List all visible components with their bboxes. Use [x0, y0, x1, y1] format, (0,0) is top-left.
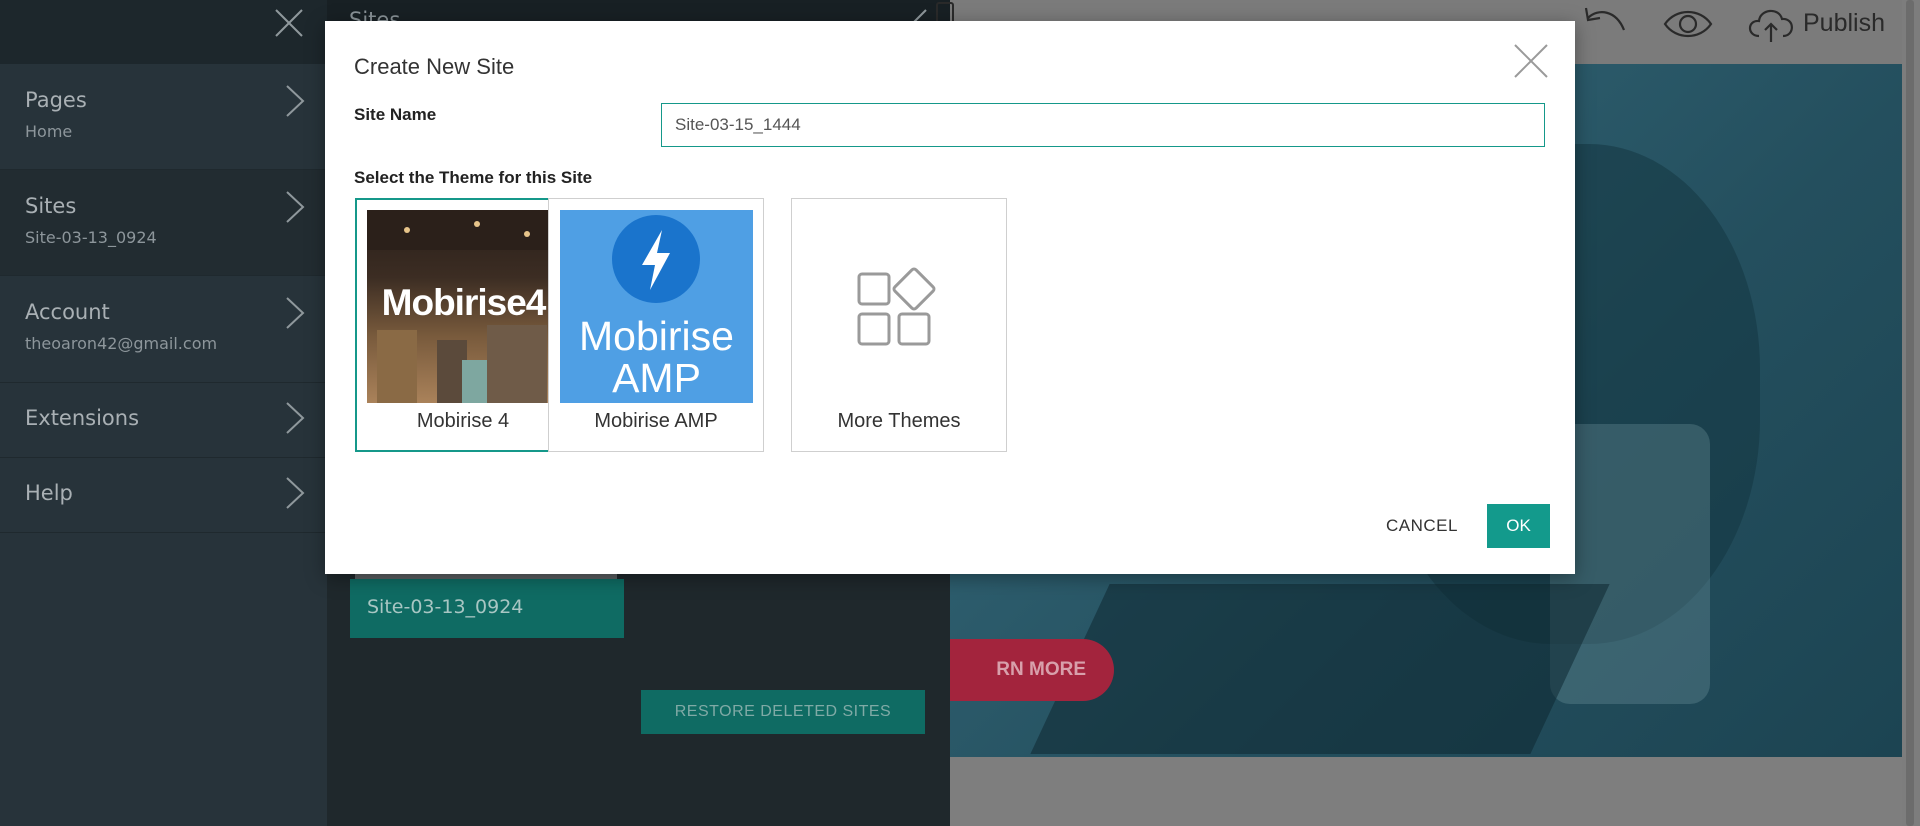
sidebar-item-sites[interactable]: Sites Site-03-13_0924 [0, 170, 327, 276]
close-icon[interactable] [1513, 43, 1549, 79]
theme-thumbnail-text-line2: AMP [612, 355, 701, 401]
sidebar-item-title: Account [25, 300, 110, 324]
restore-deleted-sites-button[interactable]: RESTORE DELETED SITES [641, 690, 925, 734]
dialog-title: Create New Site [354, 54, 515, 79]
create-site-dialog: Create New Site Site Name Select the The… [325, 21, 1575, 574]
theme-card-mobirise-amp[interactable]: Mobirise AMP Mobirise AMP [548, 198, 764, 452]
cloud-upload-icon[interactable] [1745, 4, 1797, 44]
site-card-name: Site-03-13_0924 [367, 596, 524, 618]
sidebar-item-title: Help [25, 481, 73, 505]
chevron-right-icon [286, 402, 305, 434]
undo-icon[interactable] [1580, 4, 1630, 44]
eye-icon[interactable] [1662, 4, 1714, 44]
scrollbar-thumb[interactable] [1906, 0, 1914, 826]
sidebar-item-subtitle: Home [25, 122, 73, 141]
theme-thumbnail: Mobirise AMP [560, 210, 753, 403]
theme-card-more-themes[interactable]: More Themes [791, 198, 1007, 452]
site-name-label: Site Name [354, 105, 437, 124]
sidebar-item-subtitle: Site-03-13_0924 [25, 228, 157, 247]
publish-button[interactable]: Publish [1803, 9, 1885, 38]
chevron-right-icon [286, 85, 305, 117]
sidebar-item-extensions[interactable]: Extensions [0, 383, 327, 458]
theme-name: Mobirise 4 [416, 410, 510, 432]
theme-thumbnail: Mobirise4 [367, 210, 560, 403]
sidebar-item-account[interactable]: Account theoaron42@gmail.com [0, 276, 327, 383]
sidebar-header [0, 0, 327, 64]
chevron-right-icon [286, 297, 305, 329]
theme-name: More Themes [837, 410, 961, 432]
chevron-right-icon [286, 191, 305, 223]
lightning-icon [612, 215, 700, 303]
chevron-right-icon [286, 477, 305, 509]
sidebar-item-title: Sites [25, 194, 77, 218]
sidebar-item-help[interactable]: Help [0, 458, 327, 533]
theme-thumbnail [803, 210, 996, 403]
sidebar-item-subtitle: theoaron42@gmail.com [25, 334, 218, 353]
theme-name: Mobirise AMP [594, 410, 718, 432]
sidebar-item-title: Extensions [25, 406, 140, 430]
sidebar-item-title: Pages [25, 88, 87, 112]
theme-card-mobirise4[interactable]: Mobirise4 Mobirise 4 [355, 198, 571, 452]
cancel-button[interactable]: CANCEL [1377, 504, 1467, 548]
theme-select-label: Select the Theme for this Site [354, 168, 593, 187]
theme-thumbnail-text-line1: Mobirise [579, 313, 734, 359]
learn-more-button[interactable]: RN MORE [950, 639, 1114, 701]
ok-button[interactable]: OK [1487, 504, 1550, 548]
theme-thumbnail-text: Mobirise4 [381, 282, 547, 323]
close-icon[interactable] [274, 8, 304, 38]
sidebar-item-pages[interactable]: Pages Home [0, 64, 327, 170]
main-sidebar: Pages Home Sites Site-03-13_0924 Account… [0, 0, 327, 826]
hero-image-laptop [1030, 584, 1610, 754]
page-scrollbar[interactable] [1902, 0, 1920, 826]
site-card[interactable]: Site-03-13_0924 [350, 579, 624, 638]
site-name-input[interactable] [661, 103, 1545, 147]
blocks-icon [857, 267, 936, 346]
theme-thumbnail-text: Mobirise AMP [560, 315, 753, 399]
